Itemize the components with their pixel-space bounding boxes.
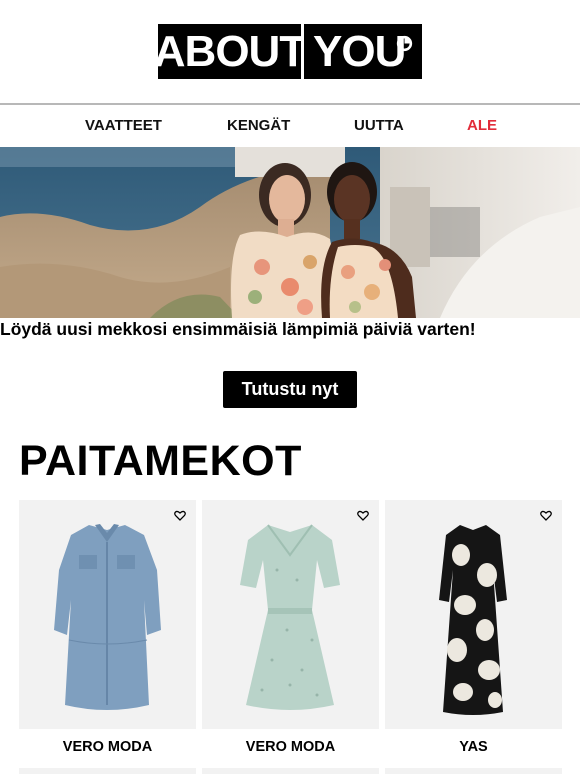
explore-now-button[interactable]: Tutustu nyt [223,371,357,408]
product-card[interactable]: VERO MODA [202,500,379,774]
logo-about-text: ABOUT [154,24,306,79]
nav-item-sale[interactable]: ALE [467,117,497,135]
product-brand[interactable]: VERO MODA [19,739,196,756]
next-product-row [19,768,196,774]
header: ABOUT YOU [0,0,580,103]
promo-tagline: Löydä uusi mekkosi ensimmäisiä lämpimiä … [0,319,476,339]
section-title: PAITAMEKOT [19,437,302,485]
product-image[interactable] [385,500,562,729]
next-product-row [385,768,562,774]
nav-item-clothing[interactable]: VAATTEET [85,117,162,135]
nav-item-new[interactable]: UUTTA [354,117,404,135]
product-card[interactable]: YAS [385,500,562,774]
hero-banner[interactable] [0,147,580,318]
black-floral-maxi-dress-image [439,525,507,715]
denim-shirt-dress-image [54,524,161,710]
heart-icon[interactable] [540,510,552,521]
about-you-logo[interactable]: ABOUT YOU [154,24,422,79]
product-brand[interactable]: YAS [385,739,562,756]
product-image[interactable] [202,500,379,729]
logo-you-text: YOU [313,26,406,76]
logo-circle-icon [396,35,413,52]
hero-image [0,147,580,318]
heart-icon[interactable] [357,510,369,521]
main-nav: VAATTEET KENGÄT UUTTA ALE [0,105,580,147]
heart-icon[interactable] [174,510,186,521]
logo-you-box: YOU [304,24,422,79]
product-card[interactable]: VERO MODA [19,500,196,774]
nav-item-shoes[interactable]: KENGÄT [227,117,290,135]
product-image[interactable] [19,500,196,729]
product-brand[interactable]: VERO MODA [202,739,379,756]
next-product-row [202,768,379,774]
mint-print-dress-image [240,524,340,710]
